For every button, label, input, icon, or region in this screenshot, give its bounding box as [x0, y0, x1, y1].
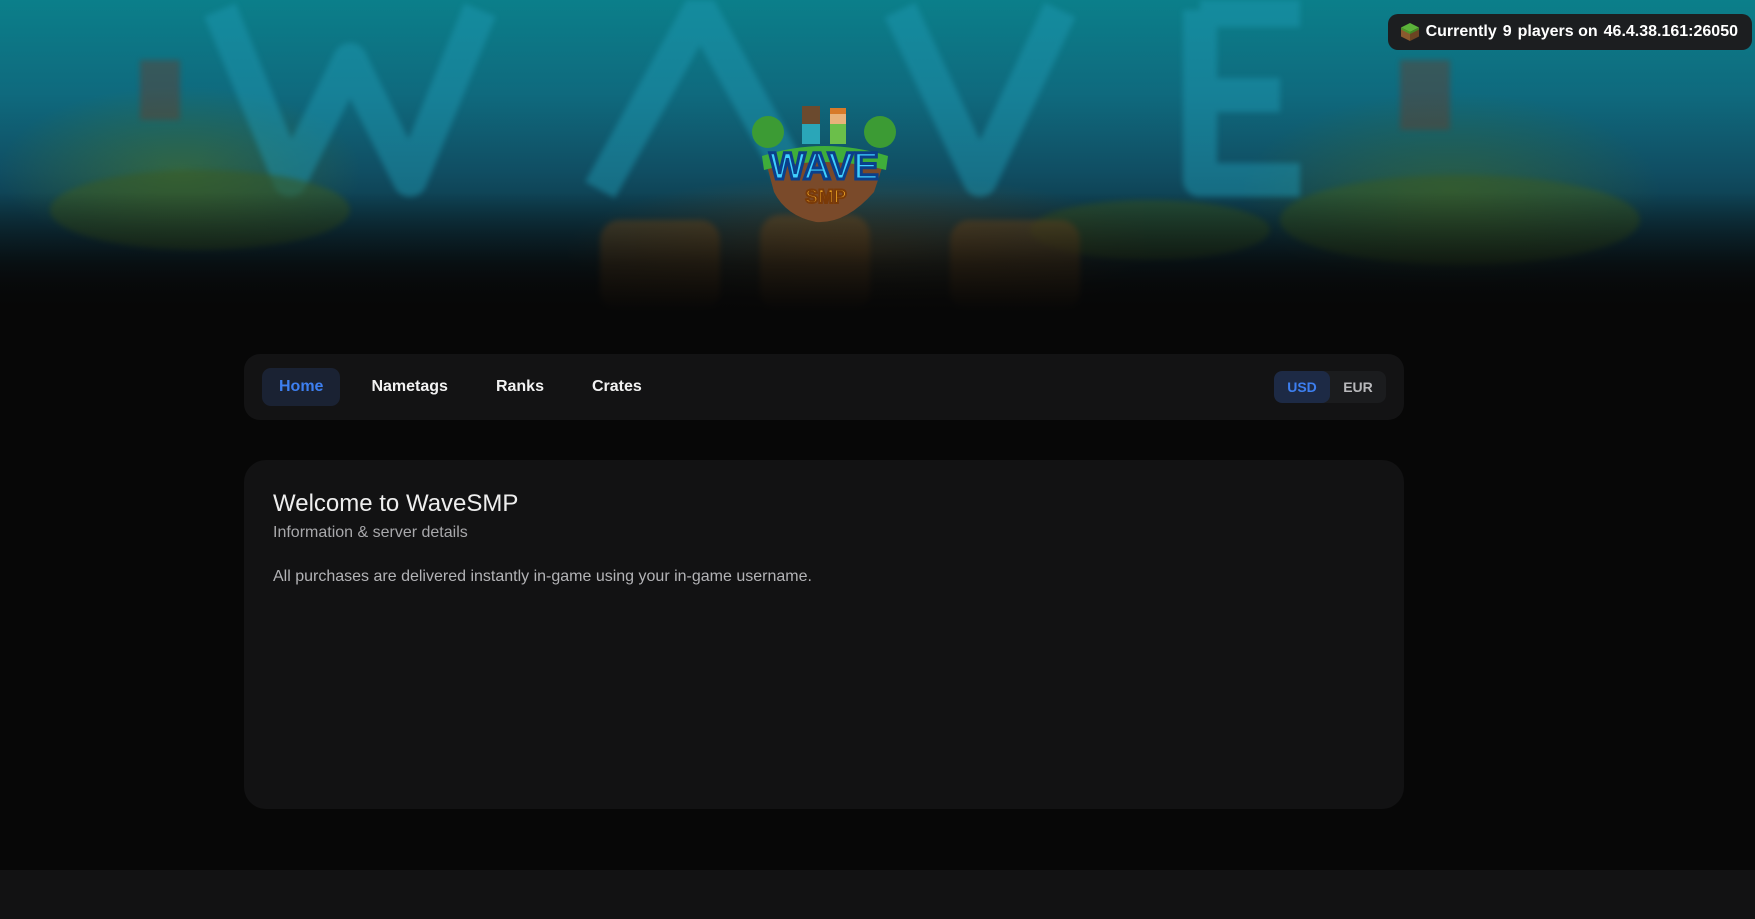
nav-item-home[interactable]: Home: [262, 368, 341, 406]
welcome-title: Welcome to WaveSMP: [273, 490, 519, 517]
page: WAVE SMP Currently 9 players on 46.4.38.…: [0, 0, 1755, 919]
currency-switcher: USD EUR: [1274, 371, 1386, 403]
welcome-subtitle: Information & server details: [273, 524, 468, 541]
server-address: 46.4.38.161:26050: [1603, 23, 1738, 40]
status-mid: players on: [1517, 23, 1598, 40]
player-count: 9: [1502, 23, 1512, 40]
status-prefix: Currently: [1425, 23, 1497, 40]
currency-usd-button[interactable]: USD: [1274, 371, 1330, 403]
hero-banner: WAVE SMP Currently 9 players on 46.4.38.…: [0, 0, 1755, 312]
welcome-text: All purchases are delivered instantly in…: [273, 568, 812, 585]
nav-item-crates[interactable]: Crates: [575, 368, 659, 406]
welcome-card: Welcome to WaveSMP Information & server …: [244, 460, 1404, 809]
nav-item-nametags[interactable]: Nametags: [354, 368, 464, 406]
logo-text-wave: WAVE: [769, 146, 878, 188]
main-navigation: Home Nametags Ranks Crates USD EUR: [244, 354, 1404, 420]
currency-eur-button[interactable]: EUR: [1330, 371, 1386, 403]
footer: [0, 870, 1755, 919]
nav-items: Home Nametags Ranks Crates: [262, 368, 659, 406]
logo-text-smp: SMP: [805, 187, 847, 208]
wavesmp-logo[interactable]: WAVE SMP: [746, 84, 902, 230]
nav-item-ranks[interactable]: Ranks: [479, 368, 561, 406]
grass-block-icon: [1400, 23, 1419, 41]
server-status-badge[interactable]: Currently 9 players on 46.4.38.161:26050: [1387, 14, 1752, 50]
